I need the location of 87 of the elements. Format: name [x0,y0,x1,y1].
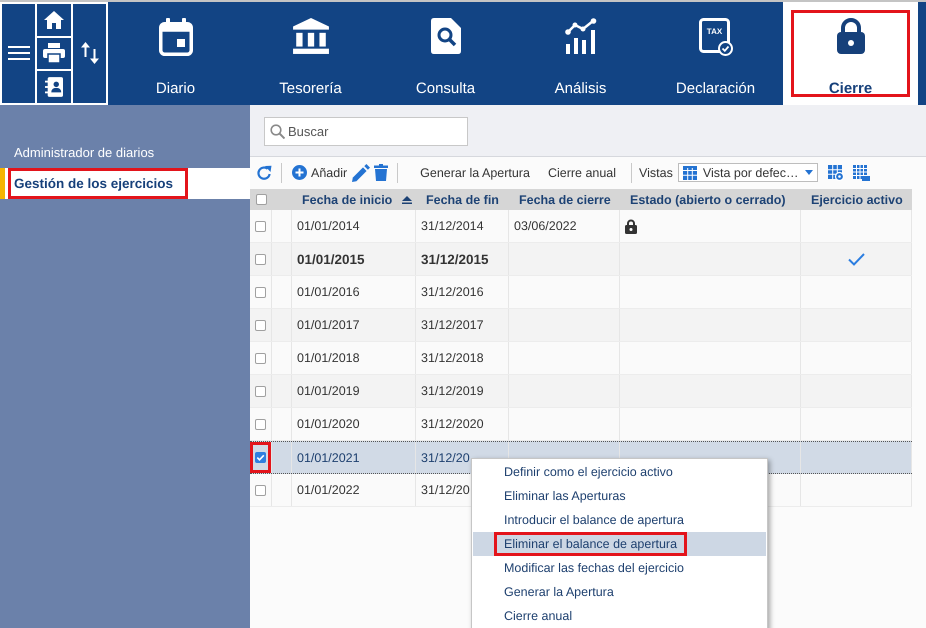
checkbox[interactable] [256,194,266,205]
sidebar-item[interactable]: Gestión de los ejercicios [8,168,188,199]
checkbox[interactable] [255,320,266,330]
column-header[interactable]: Fecha de inicio [292,189,416,210]
table-row[interactable]: 01/01/2020 31/12/2020 [250,408,912,441]
menu-item[interactable]: Cierre anual [494,604,582,628]
table-row[interactable]: 01/01/2019 31/12/2019 [250,375,912,408]
checkbox[interactable] [255,220,266,232]
search-icon [270,124,285,139]
table-cell: 31/12/2014 [421,219,484,233]
home-button[interactable] [37,4,71,36]
nav-tab[interactable]: TAX Declaración [648,2,783,105]
column-header[interactable]: Estado (abierto o cerrado) [620,189,801,210]
table-row[interactable]: 01/01/2017 31/12/2017 [250,309,912,342]
checkbox[interactable] [255,386,266,396]
toolbar-action-button[interactable]: Generar la Apertura [417,160,533,184]
grid-icon [682,166,697,180]
table-cell: 31/12/2019 [421,384,484,398]
bank-icon [292,18,330,54]
nav-tab[interactable]: Cierre [783,2,918,105]
table-cell: 01/01/2021 [297,450,360,464]
table-row[interactable]: 01/01/2014 31/12/2014 03/06/2022 [250,210,912,243]
column-header[interactable]: Fecha de cierre [509,189,620,210]
menu-item[interactable]: Modificar las fechas del ejercicio [494,556,694,580]
printer-icon [43,43,65,64]
checkbox[interactable] [255,286,266,298]
table-cell: 31/12/2015 [421,252,489,266]
menu-item[interactable]: Generar la Apertura [494,580,624,604]
tax-document-icon: TAX [698,18,732,56]
table-cell: 31/12/2018 [421,351,484,365]
contact-book-icon [45,77,63,98]
checkbox[interactable] [255,452,266,463]
toolbar-action-button[interactable]: Cierre anual [544,160,620,184]
table-cell: 31/12/2017 [421,318,484,332]
table-cell: 01/01/2020 [297,417,360,431]
nav-tab[interactable]: Tesorería [243,2,378,105]
checkbox[interactable] [255,484,266,496]
add-button[interactable]: Añadir [289,160,350,184]
grid-icon [852,164,870,180]
table-cell: 01/01/2018 [297,351,360,365]
home-icon [44,10,64,29]
refresh-icon [256,164,272,180]
checkbox[interactable] [255,352,266,364]
column-header[interactable]: Fecha de fin [416,189,509,210]
menu-item[interactable]: Introducir el balance de apertura [494,508,694,532]
view-dropdown[interactable]: Vista por defec… [678,163,818,182]
nav-tab[interactable]: Diario [108,2,243,105]
lock-icon [836,18,864,54]
grid-settings-icon [828,164,844,180]
nav-tab[interactable]: Análisis [513,2,648,105]
chart-icon [564,18,596,54]
menu-button[interactable] [2,4,35,103]
table-row[interactable]: 01/01/2018 31/12/2018 [250,342,912,375]
table-row[interactable]: 01/01/2016 31/12/2016 [250,276,912,309]
checkbox[interactable] [255,254,266,264]
table-cell: 03/06/2022 [514,219,577,233]
sort-button[interactable] [73,4,106,103]
trash-icon [374,164,388,181]
menu-item[interactable]: Eliminar el balance de apertura [494,532,688,556]
table-cell: 31/12/20 [421,483,470,497]
table-cell: 01/01/2015 [297,252,365,266]
table-cell: 01/01/2017 [297,318,360,332]
search-field[interactable]: Buscar [264,117,468,146]
nav-tab[interactable]: Consulta [378,2,513,105]
table-row[interactable]: 01/01/2015 31/12/2015 [250,243,912,276]
sort-ascending-icon [402,196,412,204]
checkbox[interactable] [255,418,266,430]
menu-item[interactable]: Eliminar las Aperturas [494,484,636,508]
table-cell: 31/12/2020 [421,417,484,431]
sidebar-item[interactable]: Administrador de diarios [8,137,170,168]
table-cell: 31/12/2016 [421,285,484,299]
column-header[interactable]: Ejercicio activo [801,189,912,210]
table-cell: 01/01/2016 [297,285,360,299]
add-icon [292,165,307,180]
print-button[interactable] [37,38,71,70]
sort-arrows-icon [80,42,98,64]
document-search-icon [430,18,460,54]
views-label: Vistas [639,166,673,180]
table-cell: 01/01/2022 [297,483,360,497]
table-cell: 01/01/2019 [297,384,360,398]
contacts-button[interactable] [37,71,71,103]
pencil-icon [352,164,370,182]
table-cell: 01/01/2014 [297,219,360,233]
table-cell: 31/12/20 [421,450,470,464]
menu-icon [8,46,30,60]
caret-icon [804,170,813,175]
calendar-icon [158,18,192,56]
